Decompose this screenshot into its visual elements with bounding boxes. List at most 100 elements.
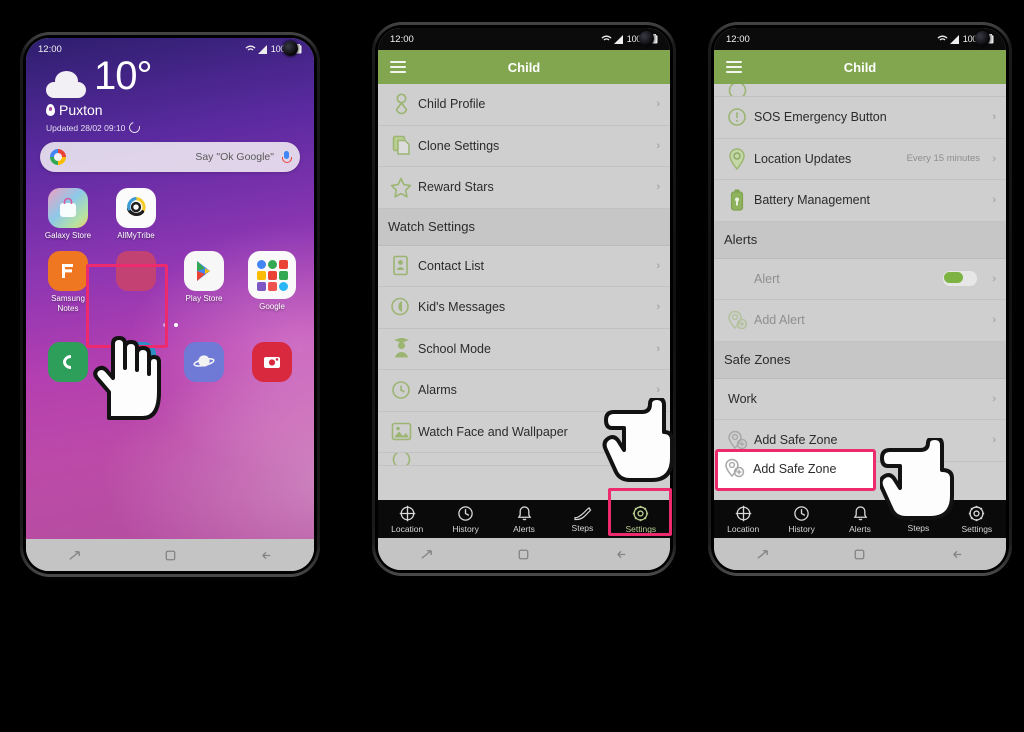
add-safe-zone-icon xyxy=(724,430,750,451)
row-label: Add Alert xyxy=(754,313,805,328)
tab-steps[interactable]: Steps xyxy=(889,500,947,538)
page-title: Child xyxy=(843,59,877,75)
app-galaxy-store[interactable]: Galaxy Store xyxy=(34,184,102,241)
tab-location[interactable]: Location xyxy=(714,500,772,538)
app-allmytribe[interactable]: AllMyTribe xyxy=(102,184,170,241)
recents-icon[interactable] xyxy=(755,547,770,562)
back-icon[interactable] xyxy=(950,547,965,562)
phone-2-tab-bar: Location History Alerts Steps Settings xyxy=(378,500,670,538)
front-camera-punch-hole xyxy=(975,31,990,46)
dock-internet[interactable] xyxy=(170,338,238,382)
row-partially-visible[interactable] xyxy=(378,453,670,466)
add-alert-icon xyxy=(724,310,750,331)
page-dot[interactable] xyxy=(162,323,167,327)
messages-icon xyxy=(116,342,156,382)
weather-updated-label: Updated 28/02 09:10 xyxy=(46,122,126,133)
app-label: Play Store xyxy=(185,294,223,303)
app-label: Google xyxy=(259,302,285,311)
app-label: Samsung Notes xyxy=(51,294,85,313)
tab-settings[interactable]: Settings xyxy=(948,500,1006,538)
home-page-indicator xyxy=(26,323,314,327)
phone-1-home-screen: 12:00 100% 10° Puxton Updated 28/02 09:1… xyxy=(20,32,320,577)
google-search-bar[interactable]: Say "Ok Google" xyxy=(40,142,300,172)
back-icon[interactable] xyxy=(259,548,274,563)
row-alert-toggle[interactable]: Alert › xyxy=(714,258,1006,300)
tab-label: Steps xyxy=(571,522,594,533)
wifi-call-icon xyxy=(245,45,256,51)
shoe-icon xyxy=(574,506,592,520)
wifi-call-icon xyxy=(601,35,612,41)
app-spacer-2 xyxy=(238,184,306,241)
refresh-icon[interactable] xyxy=(127,119,143,136)
dock-phone[interactable] xyxy=(34,338,102,382)
recents-icon[interactable] xyxy=(67,548,82,563)
app-hidden-by-cursor[interactable] xyxy=(102,247,170,314)
row-scrolled-partial[interactable] xyxy=(714,84,1006,97)
hamburger-icon[interactable] xyxy=(390,61,406,73)
dock-messages[interactable] xyxy=(102,338,170,382)
row-reward-stars[interactable]: Reward Stars › xyxy=(378,167,670,209)
section-label: Safe Zones xyxy=(724,352,791,367)
row-location-updates[interactable]: Location Updates Every 15 minutes › xyxy=(714,138,1006,180)
row-school-mode[interactable]: School Mode › xyxy=(378,328,670,370)
phone-1-system-nav xyxy=(26,539,314,571)
weather-widget[interactable]: 10° Puxton Updated 28/02 09:10 xyxy=(46,56,152,136)
alert-toggle-switch[interactable] xyxy=(942,270,978,288)
chevron-right-icon: › xyxy=(656,98,660,111)
phone-2-screen: 12:00 100% Child Child Profile › Clone S… xyxy=(378,28,670,570)
row-add-alert[interactable]: Add Alert › xyxy=(714,300,1006,342)
tab-alerts[interactable]: Alerts xyxy=(831,500,889,538)
row-clone-settings[interactable]: Clone Settings › xyxy=(378,125,670,167)
chevron-right-icon: › xyxy=(992,111,996,124)
row-work-safe-zone[interactable]: Work › xyxy=(714,378,1006,420)
row-sos-emergency-button[interactable]: SOS Emergency Button › xyxy=(714,97,1006,139)
row-child-profile[interactable]: Child Profile › xyxy=(378,84,670,126)
page-dot-active[interactable] xyxy=(173,323,178,327)
chevron-right-icon: › xyxy=(656,139,660,152)
tab-location[interactable]: Location xyxy=(378,500,436,538)
wallpaper-icon xyxy=(388,422,414,441)
tab-history[interactable]: History xyxy=(436,500,494,538)
home-icon[interactable] xyxy=(516,547,531,562)
row-watch-face-wallpaper[interactable]: Watch Face and Wallpaper › xyxy=(378,411,670,453)
recents-icon[interactable] xyxy=(419,547,434,562)
row-contact-list[interactable]: Contact List › xyxy=(378,245,670,287)
weather-temperature: 10° xyxy=(94,54,152,98)
weather-main: 10° xyxy=(46,56,152,98)
row-battery-management[interactable]: Battery Management › xyxy=(714,180,1006,222)
row-label: Contact List xyxy=(418,258,485,273)
hamburger-icon[interactable] xyxy=(726,61,742,73)
app-grid: Galaxy Store AllMyTribe Samsung Notes Pl… xyxy=(34,184,306,314)
clock-icon xyxy=(794,505,809,521)
row-kids-messages[interactable]: Kid's Messages › xyxy=(378,287,670,329)
row-add-safe-zone[interactable]: Add Safe Zone › xyxy=(714,420,1006,462)
phone-3-safe-zones: 12:00 100% Child SOS Emergency Button › … xyxy=(708,22,1012,576)
row-label: Kid's Messages xyxy=(418,300,506,315)
tab-label: Location xyxy=(727,523,760,534)
phone-3-system-nav xyxy=(714,538,1006,570)
home-icon[interactable] xyxy=(163,548,178,563)
dock-camera[interactable] xyxy=(238,338,306,382)
app-google-folder[interactable]: Google xyxy=(238,247,306,314)
section-safe-zones: Safe Zones xyxy=(714,341,1006,379)
tab-settings[interactable]: Settings xyxy=(612,500,670,538)
microphone-icon[interactable] xyxy=(282,150,292,164)
row-value: Every 15 minutes xyxy=(906,153,980,165)
home-icon[interactable] xyxy=(852,547,867,562)
row-alarms[interactable]: Alarms › xyxy=(378,370,670,412)
status-time: 12:00 xyxy=(38,43,62,55)
tab-history[interactable]: History xyxy=(772,500,830,538)
tab-alerts[interactable]: Alerts xyxy=(495,500,553,538)
star-icon xyxy=(388,177,414,198)
tab-steps[interactable]: Steps xyxy=(553,500,611,538)
alarm-clock-icon xyxy=(388,380,414,400)
row-label: Battery Management xyxy=(754,193,871,208)
app-samsung-notes[interactable]: Samsung Notes xyxy=(34,247,102,314)
app-play-store[interactable]: Play Store xyxy=(170,247,238,314)
tab-label: Settings xyxy=(961,523,993,534)
row-label: Alert xyxy=(754,271,780,286)
battery-icon xyxy=(724,189,750,211)
phone-2-settings-list: 12:00 100% Child Child Profile › Clone S… xyxy=(372,22,676,576)
notes-glyph xyxy=(62,264,73,278)
back-icon[interactable] xyxy=(614,547,629,562)
